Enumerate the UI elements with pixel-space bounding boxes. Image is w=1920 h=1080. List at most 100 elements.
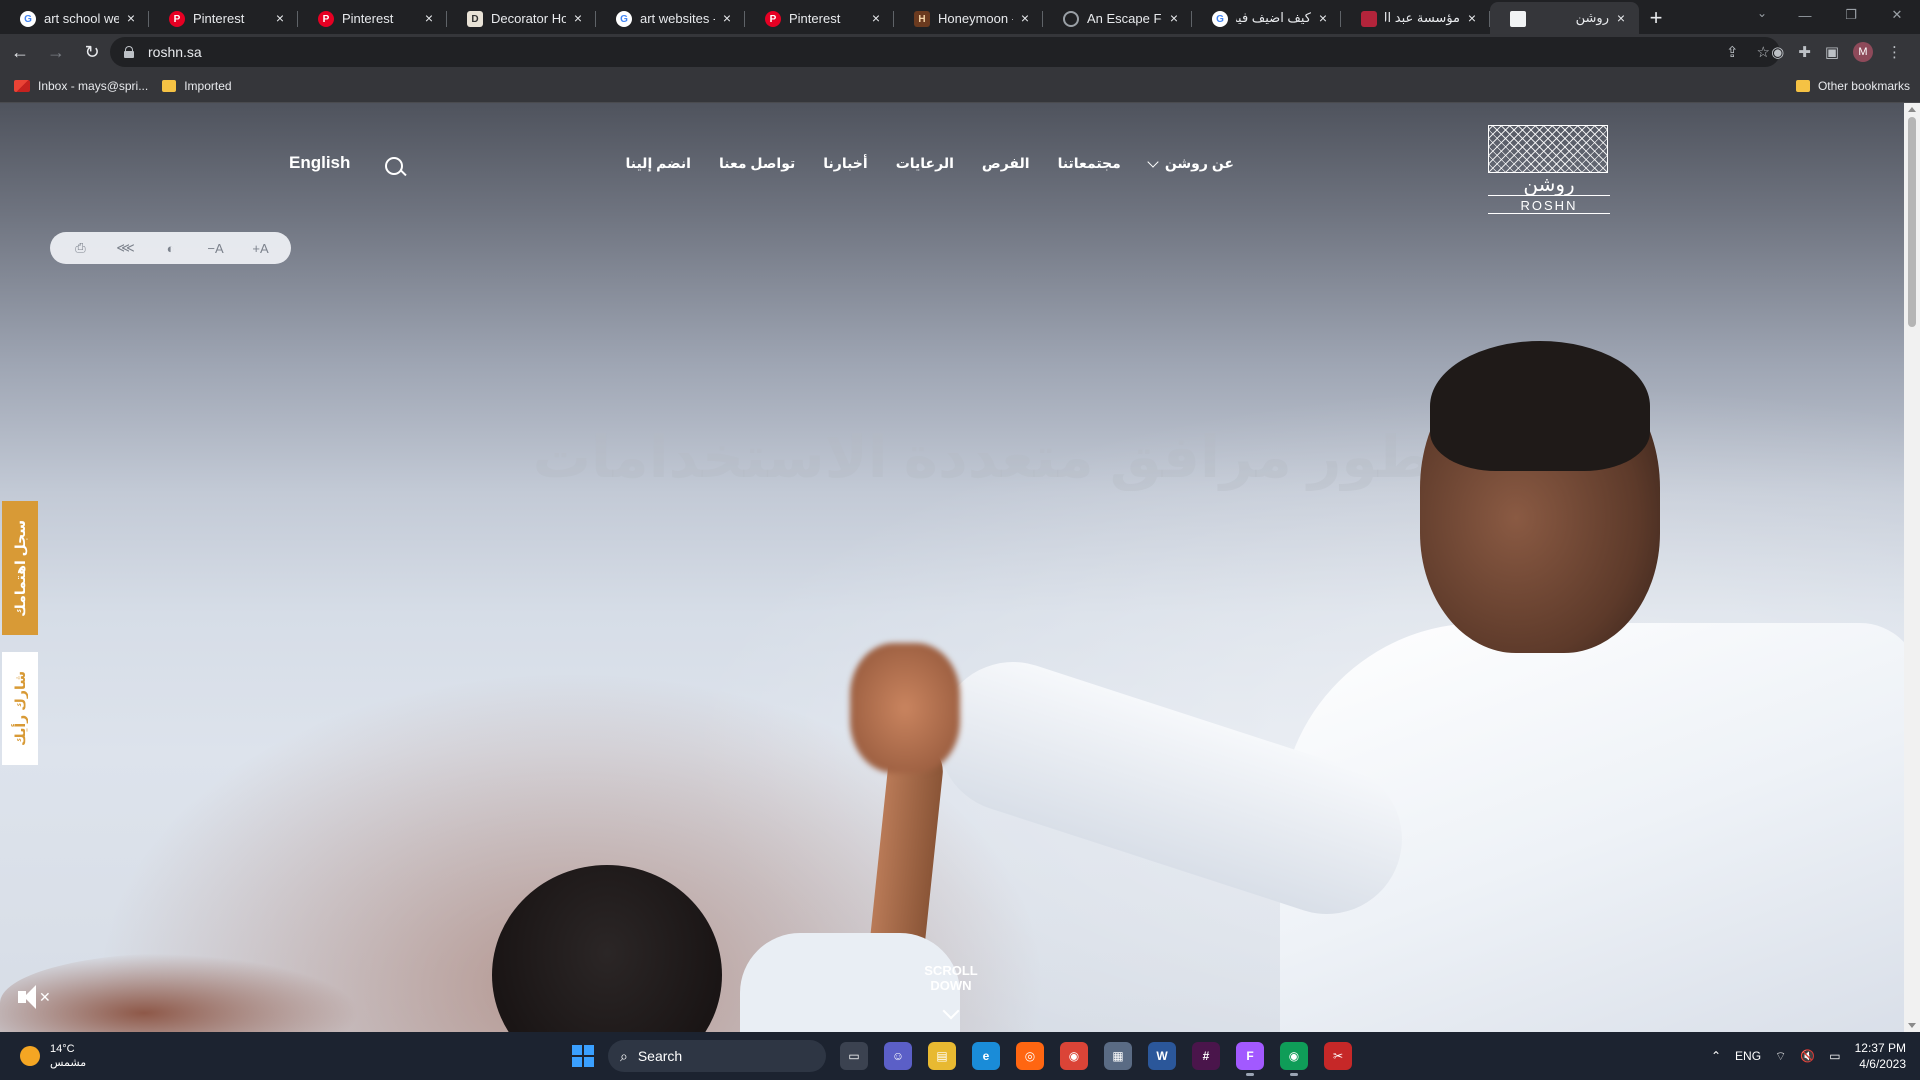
browser-tab[interactable]: P Pinterest × — [149, 2, 298, 34]
folder-icon — [162, 80, 177, 92]
nav-contact[interactable]: تواصل معنا — [719, 155, 795, 172]
chrome-icon[interactable]: ◉ — [1060, 1042, 1088, 1070]
gmail-icon — [14, 80, 30, 92]
nav-communities[interactable]: مجتمعاتنا — [1058, 155, 1121, 172]
browser-tab[interactable]: H Honeymoon - W× — [894, 2, 1043, 34]
notepad-icon[interactable]: ▦ — [1104, 1042, 1132, 1070]
bookmark-gmail[interactable]: Inbox - mays@spri... — [14, 79, 148, 93]
figma-icon[interactable]: F — [1236, 1042, 1264, 1076]
browser-tab[interactable]: Gart websites - G× — [596, 2, 745, 34]
scrollbar-thumb[interactable] — [1908, 117, 1916, 327]
system-clock[interactable]: 12:37 PM 4/6/2023 — [1855, 1040, 1906, 1072]
close-tab-icon[interactable]: × — [1166, 10, 1182, 26]
language-switch[interactable]: English — [289, 153, 350, 173]
new-tab-button[interactable]: + — [1639, 2, 1673, 34]
browser-tab[interactable]: G كيف اضيف فيديو × — [1192, 2, 1341, 34]
close-tab-icon[interactable]: × — [570, 10, 586, 26]
edge-icon[interactable]: e — [972, 1042, 1000, 1070]
browser-tab[interactable]: مؤسسة عبد المـ × — [1341, 2, 1490, 34]
wifi-icon[interactable]: ⌔ — [1775, 1049, 1786, 1064]
close-tab-icon[interactable]: × — [1464, 10, 1480, 26]
teams-chat-icon[interactable]: ☺ — [884, 1042, 912, 1070]
nav-join[interactable]: انضم إلينا — [626, 155, 691, 172]
scroll-up-arrow-icon[interactable] — [1908, 107, 1916, 112]
roshn-logo[interactable]: روشن ROSHN — [1488, 125, 1610, 214]
tab-title: Decorator Home — [491, 10, 566, 26]
taskbar-search[interactable]: ⌕ Search — [608, 1040, 826, 1072]
browser-tab[interactable]: P Pinterest × — [298, 2, 447, 34]
lock-icon[interactable] — [124, 46, 134, 58]
close-tab-icon[interactable]: × — [1315, 10, 1331, 26]
nav-news[interactable]: أخبارنا — [823, 155, 867, 172]
close-tab-icon[interactable]: × — [719, 10, 735, 26]
register-interest-tab[interactable]: سجل اهتمامك — [2, 501, 38, 635]
bookmark-imported[interactable]: Imported — [162, 79, 232, 93]
nav-sponsorships[interactable]: الرعايات — [896, 155, 954, 172]
page-scrollbar[interactable] — [1904, 103, 1920, 1032]
tray-chevron-up-icon[interactable]: ⌃ — [1711, 1049, 1721, 1063]
browser-tab[interactable]: An Escape For E× — [1043, 2, 1192, 34]
browser-tab[interactable]: روشن × — [1490, 2, 1639, 34]
close-tab-icon[interactable]: × — [1613, 10, 1629, 26]
bookmark-star-icon[interactable]: ☆ — [1757, 43, 1770, 61]
word-icon[interactable]: W — [1148, 1042, 1176, 1070]
slack-icon[interactable]: # — [1192, 1042, 1220, 1070]
url-text[interactable]: roshn.sa — [148, 44, 202, 60]
weather-widget[interactable]: 14°C مشمس — [20, 1042, 86, 1070]
volume-muted-icon[interactable]: 🔇 — [1800, 1049, 1815, 1063]
other-bookmarks[interactable]: Other bookmarks — [1795, 79, 1910, 93]
nav-opportunities[interactable]: الفرص — [982, 155, 1030, 172]
tab-search-icon[interactable]: ⌄ — [1750, 6, 1774, 26]
restore-icon[interactable]: ❐ — [1828, 0, 1874, 30]
feedback-label: شارك رأيك — [12, 671, 28, 746]
register-interest-label: سجل اهتمامك — [12, 519, 28, 617]
firefox-icon[interactable]: ◎ — [1016, 1042, 1044, 1070]
forward-icon[interactable]: → — [40, 36, 72, 68]
battery-icon[interactable]: ▭ — [1829, 1049, 1840, 1063]
tab-title: Pinterest — [342, 10, 394, 26]
contrast-icon[interactable]: ◐ — [160, 241, 182, 256]
reload-icon[interactable]: ↻ — [76, 36, 108, 68]
minimize-icon[interactable]: — — [1782, 0, 1828, 30]
language-indicator[interactable]: ENG — [1735, 1049, 1761, 1063]
browser-tab[interactable]: D Decorator Home× — [447, 2, 596, 34]
close-tab-icon[interactable]: × — [421, 10, 437, 26]
pinterest-icon: P — [318, 11, 334, 27]
menu-kebab-icon[interactable]: ⋮ — [1887, 43, 1902, 61]
file-explorer-icon[interactable]: ▤ — [928, 1042, 956, 1070]
hero-hands — [850, 643, 960, 773]
close-tab-icon[interactable]: × — [1017, 10, 1033, 26]
close-tab-icon[interactable]: × — [272, 10, 288, 26]
chrome-running-icon[interactable]: ◉ — [1280, 1042, 1308, 1076]
tab-title: مؤسسة عبد المـ — [1385, 10, 1460, 25]
snipping-tool-icon[interactable]: ✂ — [1324, 1042, 1352, 1070]
scroll-down-arrow-icon[interactable] — [1908, 1023, 1916, 1028]
print-icon[interactable]: ⎙ — [70, 240, 92, 256]
taskbar-apps: ▭ ☺ ▤ e ◎ ◉ ▦ W # F ◉ ✂ — [840, 1042, 1352, 1076]
task-view-icon[interactable]: ▭ — [840, 1042, 868, 1070]
chevron-down-icon — [1147, 155, 1159, 168]
extensions-puzzle-icon[interactable]: ✚ — [1798, 43, 1811, 61]
close-window-icon[interactable]: ✕ — [1874, 0, 1920, 30]
share-icon[interactable]: ⋘ — [115, 240, 137, 256]
bookmark-label: Imported — [184, 79, 232, 93]
feedback-tab[interactable]: شارك رأيك — [2, 652, 38, 765]
nav-about[interactable]: عن روشن — [1147, 155, 1234, 172]
address-bar[interactable]: roshn.sa ⇪ ☆ — [110, 37, 1780, 67]
profile-avatar[interactable]: M — [1853, 42, 1873, 62]
font-decrease-button[interactable]: −A — [205, 241, 227, 256]
close-tab-icon[interactable]: × — [123, 10, 139, 26]
scroll-down-button[interactable]: SCROLL DOWN — [906, 963, 996, 1020]
back-icon[interactable]: ← — [4, 36, 36, 68]
share-page-icon[interactable]: ⇪ — [1726, 43, 1739, 61]
google-icon: G — [20, 11, 36, 27]
extension-owl-icon[interactable]: ◉ — [1771, 43, 1784, 61]
browser-tab[interactable]: Gart school websites× — [0, 2, 149, 34]
side-panel-icon[interactable]: ▣ — [1825, 43, 1839, 61]
mute-icon[interactable]: ✕ — [18, 983, 52, 1011]
search-icon[interactable] — [385, 157, 403, 175]
font-increase-button[interactable]: +A — [250, 241, 272, 256]
close-tab-icon[interactable]: × — [868, 10, 884, 26]
browser-tab[interactable]: P Pinterest × — [745, 2, 894, 34]
windows-start-icon[interactable] — [572, 1045, 594, 1067]
